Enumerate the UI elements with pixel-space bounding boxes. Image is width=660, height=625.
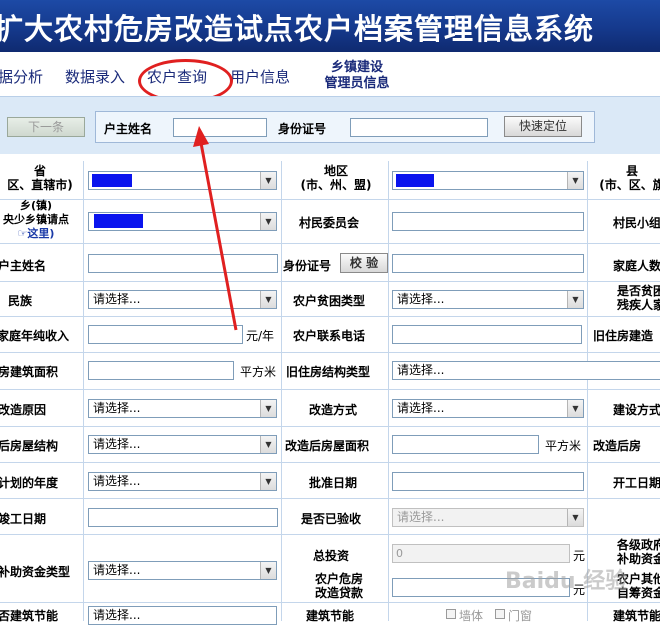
annotation-arrow	[193, 126, 238, 331]
watermark: Baidu 经验	[505, 569, 628, 594]
arrow-head	[193, 126, 209, 147]
arrow-shaft	[199, 142, 238, 331]
